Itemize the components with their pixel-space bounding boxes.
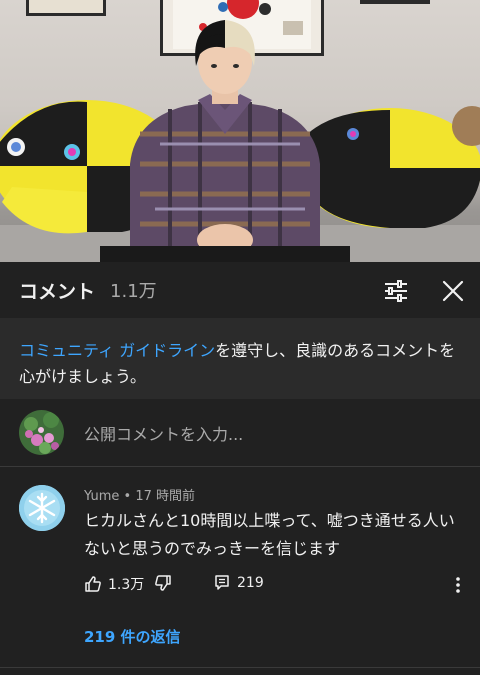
thumbs-down-icon: [155, 575, 171, 591]
meta-separator: •: [123, 489, 136, 504]
dislike-button[interactable]: [154, 574, 172, 592]
commenter-avatar[interactable]: [19, 485, 65, 531]
more-vert-icon: [456, 577, 460, 593]
close-icon[interactable]: [440, 278, 466, 304]
comments-count: 1.1万: [110, 281, 157, 302]
comment-time: 17 時間前: [135, 489, 195, 504]
comment-thread: Yume • 17 時間前 ヒカルさんと10時間以上喋って、嘘つき通せる人いない…: [0, 468, 480, 675]
comment-actions: 1.3万 219: [84, 574, 474, 598]
user-avatar[interactable]: [19, 410, 64, 455]
wall-frame-left: [26, 0, 106, 16]
comment-input[interactable]: 公開コメントを入力...: [84, 421, 243, 445]
video-person: [100, 20, 350, 262]
comment-meta: Yume • 17 時間前: [84, 485, 195, 504]
commenter-avatar-image: [19, 485, 65, 531]
view-replies-link[interactable]: 219 件の返信: [84, 626, 181, 647]
reply-count: 219: [237, 575, 264, 591]
like-button[interactable]: 1.3万: [84, 574, 144, 594]
more-options-button[interactable]: [448, 575, 468, 595]
community-guidelines-banner: コミュニティ ガイドラインを遵守し、良識のあるコメントを心がけましょう。: [0, 318, 480, 399]
comments-title: コメント: [19, 280, 96, 303]
reply-button[interactable]: 219: [213, 574, 264, 592]
like-count: 1.3万: [108, 577, 145, 593]
sliders-icon[interactable]: [383, 278, 409, 304]
comment-author[interactable]: Yume: [84, 489, 119, 504]
reply-comment-icon: [215, 575, 229, 590]
user-avatar-image: [19, 410, 64, 455]
comments-header: コメント 1.1万: [0, 262, 480, 318]
thumbs-up-icon: [85, 576, 101, 592]
community-guidelines-link[interactable]: コミュニティ ガイドライン: [19, 341, 215, 360]
divider: [0, 667, 480, 668]
video-player[interactable]: [0, 0, 480, 262]
comment-text: ヒカルさんと10時間以上喋って、嘘つき通せる人いないと思うのでみっきーを信じます: [84, 511, 455, 558]
comment-input-row[interactable]: 公開コメントを入力...: [0, 399, 480, 467]
wall-frame-right: [360, 0, 430, 4]
